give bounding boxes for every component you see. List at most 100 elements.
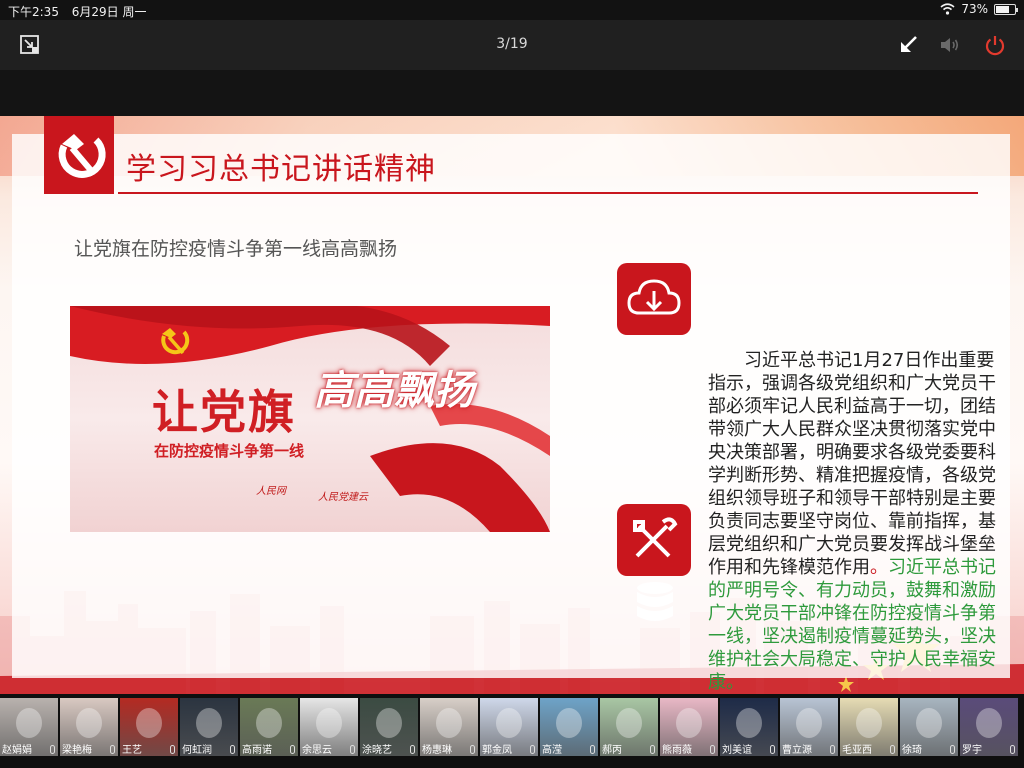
volume-icon[interactable] xyxy=(938,33,962,57)
participant-name: 郭金凤 xyxy=(482,745,512,756)
participant-tile[interactable]: 涂晓艺 xyxy=(360,698,418,756)
participant-tile[interactable]: 徐琦 xyxy=(900,698,958,756)
slide-body-text: 习近平总书记1月27日作出重要指示，强调各级党组织和广大党员干部必须牢记人民利益… xyxy=(708,349,998,694)
participant-name: 涂晓艺 xyxy=(362,745,392,756)
participant-name: 徐琦 xyxy=(902,745,922,756)
participant-tile[interactable]: 高雨诺 xyxy=(240,698,298,756)
microphone-icon xyxy=(1010,745,1015,754)
participant-name: 高雨诺 xyxy=(242,745,272,756)
microphone-icon xyxy=(230,745,235,754)
app-window: 下午2:35 6月29日 周一 73% 3/19 学习习总书记讲话精神 让党旗在… xyxy=(0,0,1024,768)
participant-tile[interactable]: 梁艳梅 xyxy=(60,698,118,756)
participant-name: 余思云 xyxy=(302,745,332,756)
party-emblem-block xyxy=(44,116,114,194)
participant-avatar xyxy=(16,708,42,738)
participant-name: 曹立源 xyxy=(782,745,812,756)
microphone-icon xyxy=(470,745,475,754)
power-icon[interactable] xyxy=(983,33,1007,57)
microphone-icon xyxy=(710,745,715,754)
participant-tile[interactable]: 赵娟娟 xyxy=(0,698,58,756)
microphone-icon xyxy=(950,745,955,754)
tools-tile xyxy=(617,504,691,576)
participant-name: 毛亚西 xyxy=(842,745,872,756)
presentation-toolbar: 3/19 xyxy=(0,20,1024,70)
participant-avatar xyxy=(316,708,342,738)
participant-name: 刘美谊 xyxy=(722,745,752,756)
slide-title: 学习习总书记讲话精神 xyxy=(126,152,436,187)
hammer-sickle-icon xyxy=(58,134,106,178)
microphone-icon xyxy=(530,745,535,754)
participant-name: 赵娟娟 xyxy=(2,745,32,756)
participant-tile[interactable]: 何虹润 xyxy=(180,698,238,756)
body-text-main: 习近平总书记1月27日作出重要指示，强调各级党组织和广大党员干部必须牢记人民利益… xyxy=(708,350,996,578)
participant-tile[interactable]: 熊雨薇 xyxy=(660,698,718,756)
participant-tile[interactable]: 郝丙 xyxy=(600,698,658,756)
participant-avatar xyxy=(496,708,522,738)
slide-subtitle: 让党旗在防控疫情斗争第一线高高飘扬 xyxy=(74,238,398,260)
participant-avatar xyxy=(556,708,582,738)
database-icon xyxy=(637,582,673,621)
participant-name: 王艺 xyxy=(122,745,142,756)
participant-tile[interactable]: 罗宇 xyxy=(960,698,1018,756)
participant-avatar xyxy=(76,708,102,738)
microphone-icon xyxy=(770,745,775,754)
participant-tile[interactable]: 余思云 xyxy=(300,698,358,756)
microphone-icon xyxy=(170,745,175,754)
cloud-download-tile xyxy=(617,263,691,335)
participant-name: 梁艳梅 xyxy=(62,745,92,756)
minimize-arrow-icon[interactable] xyxy=(896,33,920,57)
participant-name: 高滢 xyxy=(542,745,562,756)
body-text-period: 。 xyxy=(870,557,888,578)
cloud-download-icon xyxy=(627,279,681,315)
status-time: 下午2:35 xyxy=(8,5,59,19)
banner-brand-people: 人民网 xyxy=(256,486,286,497)
microphone-icon xyxy=(290,745,295,754)
participant-tile[interactable]: 杨惠琳 xyxy=(420,698,478,756)
participant-avatar xyxy=(856,708,882,738)
participant-avatar xyxy=(436,708,462,738)
participant-avatar xyxy=(976,708,1002,738)
participant-strip: 赵娟娟 梁艳梅 王艺 何虹润 高雨诺 余思云 涂晓艺 杨惠琳 郭金凤 高滢 郝丙 熊雨薇 刘美谊 曹立源 毛… xyxy=(0,694,1024,768)
participant-tile[interactable]: 曹立源 xyxy=(780,698,838,756)
participant-name: 罗宇 xyxy=(962,745,982,756)
participant-avatar xyxy=(796,708,822,738)
red-flag-ribbon-graphic xyxy=(70,306,550,532)
tools-icon xyxy=(633,517,678,558)
battery-icon xyxy=(994,3,1018,15)
microphone-icon xyxy=(830,745,835,754)
status-date: 6月29日 周一 xyxy=(71,5,147,19)
microphone-icon xyxy=(110,745,115,754)
title-divider xyxy=(118,192,978,194)
participant-avatar xyxy=(376,708,402,738)
status-bar: 下午2:35 6月29日 周一 73% xyxy=(0,0,1024,20)
participant-avatar xyxy=(736,708,762,738)
participant-name: 郝丙 xyxy=(602,745,622,756)
participant-avatar xyxy=(676,708,702,738)
participant-name: 熊雨薇 xyxy=(662,745,692,756)
battery-percent: 73% xyxy=(961,2,988,16)
participant-avatar xyxy=(616,708,642,738)
page-counter: 3/19 xyxy=(496,36,528,52)
participant-tile[interactable]: 毛亚西 xyxy=(840,698,898,756)
banner-sub-text: 在防控疫情斗争第一线 xyxy=(154,442,305,460)
participant-tile[interactable]: 王艺 xyxy=(120,698,178,756)
participant-avatar xyxy=(196,708,222,738)
microphone-icon xyxy=(650,745,655,754)
participant-name: 何虹润 xyxy=(182,745,212,756)
microphone-icon xyxy=(590,745,595,754)
wifi-icon xyxy=(940,3,955,15)
microphone-icon xyxy=(50,745,55,754)
participant-avatar xyxy=(256,708,282,738)
party-flag-banner-image: 让党旗 在防控疫情斗争第一线 高高飘扬 人民网 人民党建云 xyxy=(70,306,550,532)
banner-main-text: 让党旗 xyxy=(152,385,296,439)
microphone-icon xyxy=(410,745,415,754)
participant-tile[interactable]: 刘美谊 xyxy=(720,698,778,756)
banner-brand-party-cloud: 人民党建云 xyxy=(318,492,368,503)
participant-tile[interactable]: 高滢 xyxy=(540,698,598,756)
participant-tile[interactable]: 郭金凤 xyxy=(480,698,538,756)
microphone-icon xyxy=(890,745,895,754)
banner-script-text: 高高飘扬 xyxy=(314,368,474,414)
participant-avatar xyxy=(136,708,162,738)
microphone-icon xyxy=(350,745,355,754)
presentation-slide: 学习习总书记讲话精神 让党旗在防控疫情斗争第一线高高飘扬 让党旗 在防控疫情斗争… xyxy=(0,116,1024,694)
